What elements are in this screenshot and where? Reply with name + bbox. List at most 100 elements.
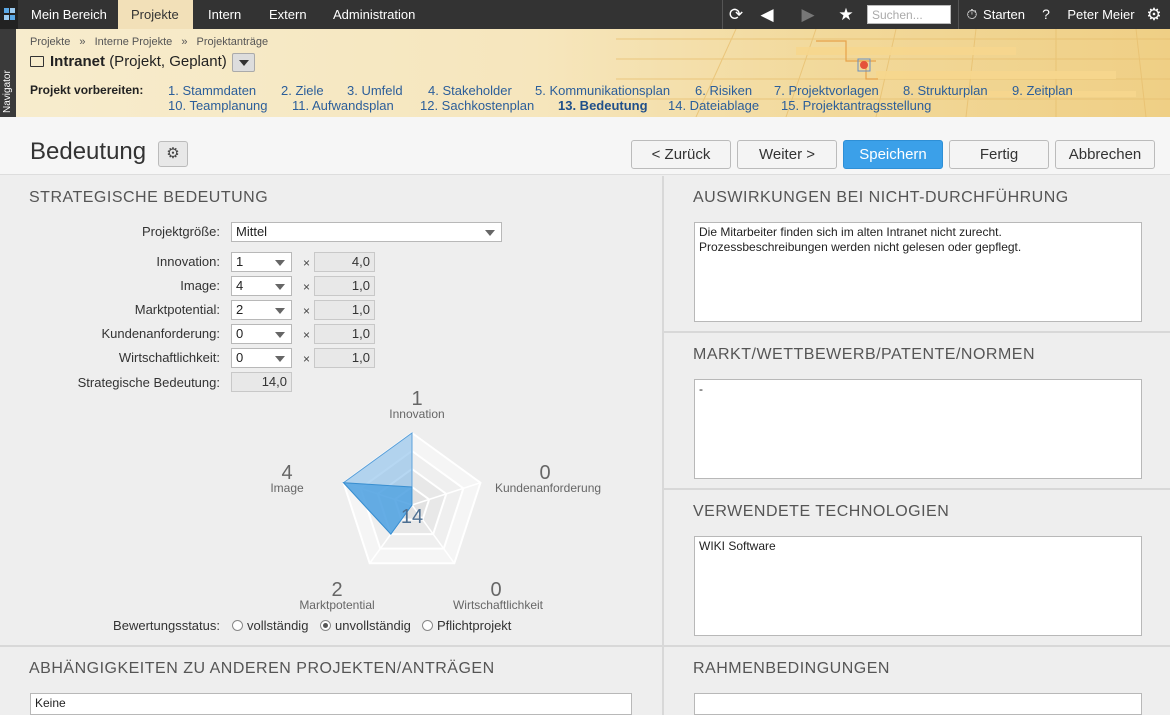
step-projektantragsstellung[interactable]: 15. Projektantragsstellung: [781, 98, 931, 113]
user-menu[interactable]: Peter Meier: [1064, 0, 1138, 29]
search-input[interactable]: [867, 5, 951, 24]
technologies-section-title: VERWENDETE TECHNOLOGIEN: [693, 503, 950, 520]
top-navigation-bar: Mein Bereich Projekte Intern Extern Admi…: [0, 0, 1170, 29]
times-sign: ×: [303, 352, 311, 366]
criterion-label: Image:: [180, 278, 220, 293]
axis-label-marktpotential: Marktpotential: [299, 598, 374, 612]
criterion-label: Wirtschaftlichkeit:: [118, 350, 220, 365]
step-teamplanung[interactable]: 10. Teamplanung: [168, 98, 268, 113]
forward-arrow-icon[interactable]: ▶: [795, 0, 821, 29]
star-icon[interactable]: ★: [834, 0, 858, 29]
section-divider: [664, 331, 1170, 333]
save-button[interactable]: Speichern: [843, 140, 943, 169]
conditions-textarea[interactable]: [694, 693, 1142, 715]
settings-gear-icon[interactable]: ⚙: [1142, 0, 1166, 29]
steps-label: Projekt vorbereiten:: [30, 83, 144, 97]
step-projektvorlagen[interactable]: 7. Projektvorlagen: [774, 83, 879, 98]
times-sign: ×: [303, 280, 311, 294]
help-button[interactable]: ?: [1036, 0, 1056, 29]
image-select[interactable]: 4: [231, 276, 292, 296]
kundenanforderung-select[interactable]: 0: [231, 324, 292, 344]
radio-circle[interactable]: [320, 620, 331, 631]
project-meta: (Projekt, Geplant): [109, 53, 227, 70]
status-radio-vollstaendig[interactable]: vollständig: [232, 618, 308, 633]
wirtschaftlichkeit-weight: 1,0: [314, 348, 375, 368]
step-dateiablage[interactable]: 14. Dateiablage: [668, 98, 759, 113]
radar-chart: 14 1 Innovation 0 Kundenanforderung 0 Wi…: [270, 388, 601, 612]
project-name: Intranet: [50, 53, 106, 70]
step-ziele[interactable]: 2. Ziele: [281, 83, 324, 98]
menu-extern[interactable]: Extern: [256, 0, 320, 29]
dependencies-section-title: ABHÄNGIGKEITEN ZU ANDEREN PROJEKTEN/ANTR…: [29, 660, 495, 677]
project-dropdown-button[interactable]: [232, 53, 255, 72]
breadcrumb: Projekte » Interne Projekte » Projektant…: [30, 36, 274, 48]
breadcrumb-link-projekte[interactable]: Projekte: [30, 36, 70, 48]
dependencies-textarea[interactable]: Keine: [30, 693, 632, 715]
market-section-title: MARKT/WETTBEWERB/PATENTE/NORMEN: [693, 346, 1036, 363]
strategic-total-label: Strategische Bedeutung:: [77, 375, 220, 390]
status-label: Bewertungsstatus:: [113, 618, 220, 633]
project-size-label: Projektgröße:: [141, 224, 220, 239]
step-zeitplan[interactable]: 9. Zeitplan: [1012, 83, 1073, 98]
radio-circle[interactable]: [232, 620, 243, 631]
section-divider: [0, 645, 1170, 647]
breadcrumb-separator: »: [181, 36, 188, 48]
kundenanforderung-weight: 1,0: [314, 324, 375, 344]
times-sign: ×: [303, 304, 311, 318]
divider: [722, 0, 723, 29]
page-title: Bedeutung: [30, 138, 147, 165]
breadcrumb-link-projektantraege[interactable]: Projektanträge: [197, 36, 269, 48]
page-settings-gear-icon[interactable]: ⚙: [158, 141, 188, 167]
menu-administration[interactable]: Administration: [320, 0, 428, 29]
step-aufwandsplan[interactable]: 11. Aufwandsplan: [292, 98, 394, 113]
radio-circle[interactable]: [422, 620, 433, 631]
project-title: Intranet (Projekt, Geplant): [30, 53, 227, 70]
next-button[interactable]: Weiter >: [737, 140, 837, 169]
menu-mein-bereich[interactable]: Mein Bereich: [18, 0, 120, 29]
market-textarea[interactable]: -: [694, 379, 1142, 479]
back-button[interactable]: < Zurück: [631, 140, 731, 169]
cancel-button[interactable]: Abbrechen: [1055, 140, 1155, 169]
criterion-label: Innovation:: [156, 254, 220, 269]
folder-icon: [30, 56, 44, 67]
step-stakeholder[interactable]: 4. Stakeholder: [428, 83, 512, 98]
conditions-section-title: RAHMENBEDINGUNGEN: [693, 660, 890, 677]
project-size-select[interactable]: Mittel: [231, 222, 502, 242]
navigator-label: Navigator: [2, 70, 13, 113]
times-sign: ×: [303, 256, 311, 270]
menu-projekte[interactable]: Projekte: [118, 0, 193, 29]
wirtschaftlichkeit-select[interactable]: 0: [231, 348, 292, 368]
marktpotential-select[interactable]: 2: [231, 300, 292, 320]
app-logo-icon[interactable]: [0, 0, 18, 29]
step-risiken[interactable]: 6. Risiken: [695, 83, 752, 98]
navigator-tab[interactable]: Navigator: [0, 29, 16, 117]
refresh-icon[interactable]: ⟳: [724, 0, 748, 29]
breadcrumb-separator: »: [79, 36, 86, 48]
step-umfeld[interactable]: 3. Umfeld: [347, 83, 403, 98]
status-radio-pflichtprojekt[interactable]: Pflichtprojekt: [422, 618, 511, 633]
done-button[interactable]: Fertig: [949, 140, 1049, 169]
menu-intern[interactable]: Intern: [195, 0, 254, 29]
times-sign: ×: [303, 328, 311, 342]
step-bedeutung[interactable]: 13. Bedeutung: [558, 98, 648, 113]
back-arrow-icon[interactable]: ◀: [754, 0, 780, 29]
breadcrumb-link-interne-projekte[interactable]: Interne Projekte: [95, 36, 173, 48]
step-kommunikationsplan[interactable]: 5. Kommunikationsplan: [535, 83, 670, 98]
criterion-label: Kundenanforderung:: [101, 326, 220, 341]
technologies-textarea[interactable]: WIKI Software: [694, 536, 1142, 636]
innovation-select[interactable]: 1: [231, 252, 292, 272]
radio-label: vollständig: [247, 618, 309, 633]
start-timer-button[interactable]: Starten: [982, 0, 1026, 29]
step-sachkostenplan[interactable]: 12. Sachkostenplan: [420, 98, 534, 113]
radio-label: Pflichtprojekt: [437, 618, 512, 633]
step-stammdaten[interactable]: 1. Stammdaten: [168, 83, 256, 98]
divider: [958, 0, 959, 29]
project-header: Projekte » Interne Projekte » Projektant…: [16, 29, 1170, 117]
column-divider: [662, 176, 664, 715]
radio-label: unvollständig: [335, 618, 411, 633]
step-strukturplan[interactable]: 8. Strukturplan: [903, 83, 988, 98]
axis-label-kundenanforderung: Kundenanforderung: [495, 481, 601, 495]
status-radio-unvollstaendig[interactable]: unvollständig: [320, 618, 411, 633]
stopwatch-icon[interactable]: ⏱: [964, 0, 980, 29]
impact-textarea[interactable]: Die Mitarbeiter finden sich im alten Int…: [694, 222, 1142, 322]
